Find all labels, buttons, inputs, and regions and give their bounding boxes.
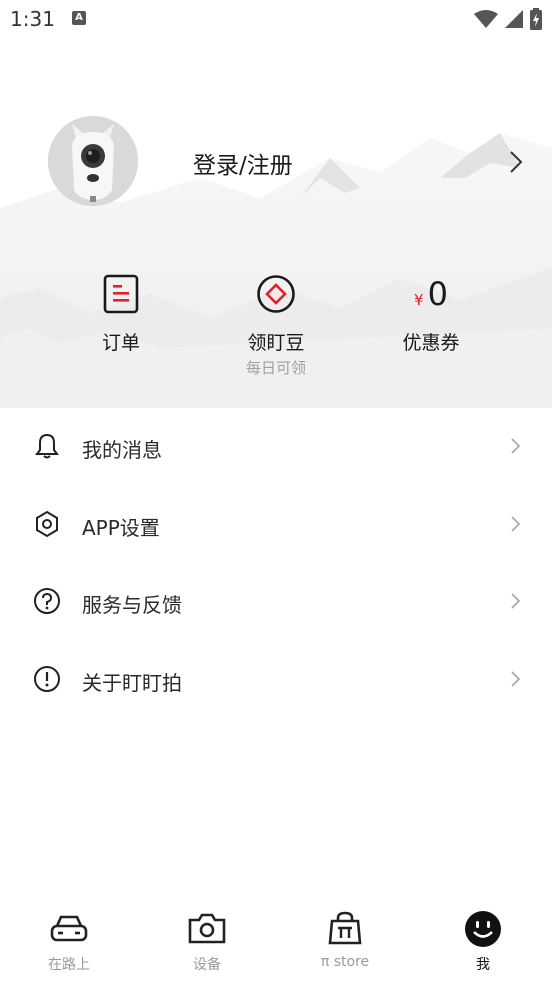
nav-label-pi-store: π store (320, 954, 370, 970)
bell-icon (35, 433, 59, 459)
nav-label-on-the-road: 在路上 (48, 957, 90, 973)
nav-tab-pi-store[interactable]: π store (276, 910, 414, 970)
menu-item-about[interactable]: 关于盯盯拍 (0, 641, 552, 719)
menu-item-app-settings[interactable]: APP设置 (0, 486, 552, 564)
question-circle-icon (34, 588, 60, 614)
menu-label-app-settings: APP设置 (82, 515, 160, 540)
coupons-button[interactable]: ¥ 0 优惠券 (366, 274, 496, 355)
nav-label-me: 我 (476, 957, 490, 973)
orders-button[interactable]: 订单 (56, 274, 186, 355)
chevron-right-icon (511, 670, 521, 687)
orders-label: 订单 (101, 332, 140, 354)
notification-a-icon: A (72, 11, 86, 25)
battery-icon (530, 8, 542, 30)
nav-tab-me[interactable]: 我 (414, 910, 552, 974)
claim-beans-sub: 每日可领 (245, 359, 306, 377)
login-register-link[interactable]: 登录/注册 (193, 146, 293, 180)
status-icons (474, 8, 542, 30)
menu-label-messages: 我的消息 (82, 438, 162, 462)
status-bar: 1:31 A (0, 0, 552, 38)
menu-label-about: 关于盯盯拍 (82, 670, 182, 695)
wifi-icon (474, 10, 498, 28)
profile-header: 登录/注册 订单 领盯豆 每日可领 ¥ 0 优惠券 (0, 38, 552, 408)
dog-camera-avatar-icon (48, 116, 138, 206)
avatar[interactable] (48, 116, 138, 206)
camera-icon (188, 913, 226, 944)
exclamation-circle-icon (34, 665, 60, 692)
coupons-label: 优惠券 (402, 332, 460, 354)
diamond-coin-icon (257, 275, 295, 313)
smiley-icon (465, 911, 501, 947)
coupon-count: 0 (427, 275, 448, 313)
menu-item-service-feedback[interactable]: 服务与反馈 (0, 563, 552, 641)
shopping-bag-icon (328, 911, 362, 945)
nav-tab-devices[interactable]: 设备 (138, 910, 276, 974)
chevron-right-icon (511, 515, 521, 532)
claim-beans-button[interactable]: 领盯豆 每日可领 (211, 274, 341, 378)
settings-menu: 我的消息 APP设置 服务与反馈 关于盯盯拍 (0, 408, 552, 718)
hexagon-settings-icon (36, 510, 58, 537)
currency-symbol: ¥ (414, 291, 424, 309)
menu-label-service-feedback: 服务与反馈 (82, 593, 182, 617)
nav-tab-on-the-road[interactable]: 在路上 (0, 910, 138, 974)
chevron-right-icon[interactable] (506, 149, 526, 175)
chevron-right-icon (511, 438, 521, 454)
nav-label-devices: 设备 (193, 957, 221, 973)
car-icon (50, 915, 88, 942)
menu-item-messages[interactable]: 我的消息 (0, 408, 552, 486)
order-list-icon (103, 274, 139, 314)
chevron-right-icon (511, 593, 521, 609)
coupon-amount: ¥ 0 (366, 274, 496, 314)
claim-beans-label: 领盯豆 (247, 332, 305, 354)
bottom-navigation: 在路上 设备 π store 我 (0, 898, 552, 983)
signal-icon (505, 10, 523, 28)
status-time: 1:31 (10, 7, 55, 31)
